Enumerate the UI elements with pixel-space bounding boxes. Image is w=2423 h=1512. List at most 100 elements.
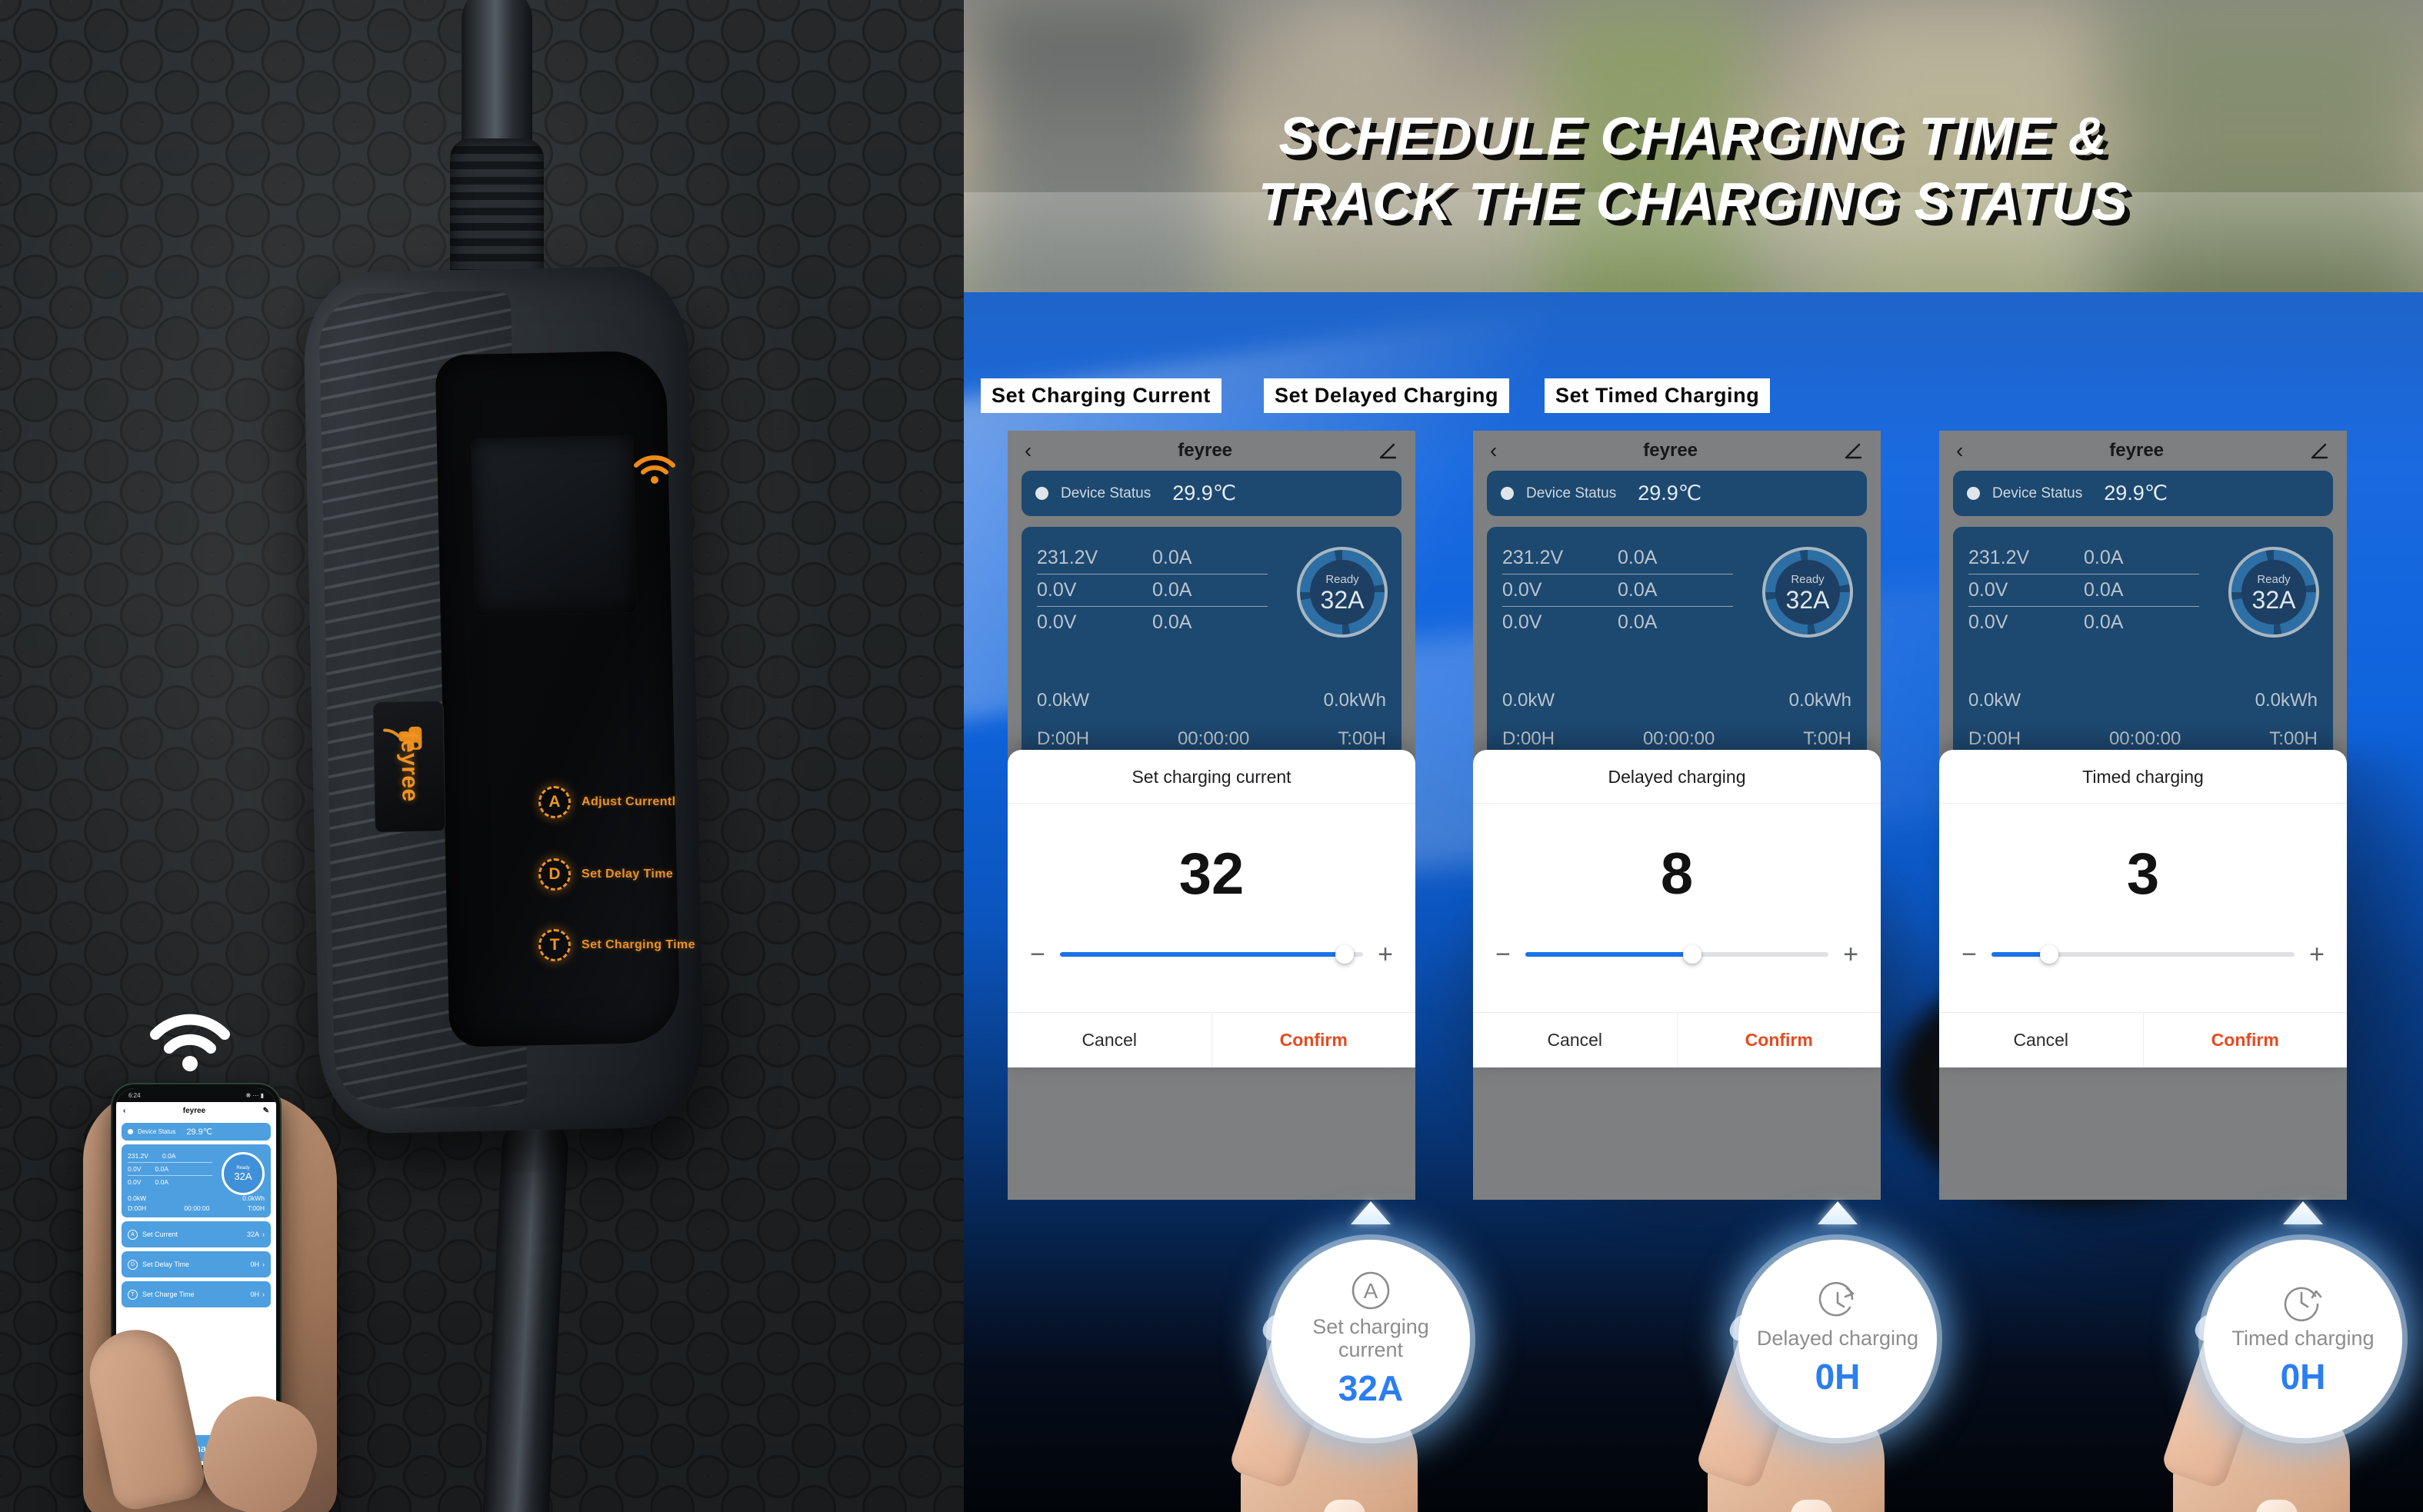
feature-label-adjust-current: Adjust Currentl <box>582 795 676 808</box>
elapsed-value: 00:00:00 <box>1177 728 1250 749</box>
energy-value: 0.0kWh <box>1788 690 1851 711</box>
sheet-value: 3 <box>2126 841 2160 907</box>
cancel-button[interactable]: Cancel <box>1008 1013 1212 1067</box>
measurement-row: 0.0V 0.0A <box>1968 574 2199 607</box>
mini-statusbar-icons: ❋ ⋯ ▮ <box>245 1091 264 1099</box>
mini-list-item-set-charge-time[interactable]: T Set Charge Time 0H › <box>122 1281 271 1308</box>
slider-track[interactable] <box>1525 945 1828 964</box>
headline: SCHEDULE CHARGING TIME & TRACK THE CHARG… <box>964 104 2423 235</box>
mini-list-item-set-delay-time[interactable]: D Set Delay Time 0H › <box>122 1251 271 1278</box>
power-value: 0.0kW <box>1037 690 1090 711</box>
callout-arrow-1 <box>1351 1201 1391 1224</box>
app-navbar-3: ‹ feyree <box>1939 431 2347 471</box>
delay-time-value: D:00H <box>1968 728 2021 749</box>
sheet-slider[interactable]: − + <box>1939 941 2347 1012</box>
device-status-label: Device Status <box>1061 485 1152 501</box>
marketing-panel: SCHEDULE CHARGING TIME & TRACK THE CHARG… <box>964 0 2423 1512</box>
mini-metric-row: 231.2V 0.0A <box>128 1150 212 1164</box>
current-a-circle-icon: A <box>1351 1271 1390 1310</box>
mini-item-label: Set Charge Time <box>142 1291 195 1299</box>
sheet-slider[interactable]: − + <box>1473 941 1881 1012</box>
sheet-actions: Cancel Confirm <box>1939 1012 2347 1067</box>
mini-app-title: feyree <box>182 1106 206 1115</box>
current-2: 0.0A <box>2084 579 2124 601</box>
ev-charger-device <box>302 265 705 1135</box>
mini-status-dot-icon <box>128 1129 133 1134</box>
increment-button[interactable]: + <box>1375 941 1395 967</box>
decrement-button[interactable]: − <box>1493 941 1513 967</box>
voltage-3: 0.0V <box>1502 611 1542 633</box>
gauge-state: Ready <box>1791 572 1825 586</box>
voltage-2: 0.0V <box>1968 579 2008 601</box>
current-2: 0.0A <box>1152 579 1192 601</box>
back-chevron-icon[interactable]: ‹ <box>1956 440 1963 461</box>
edit-pencil-icon[interactable] <box>1378 441 1398 461</box>
bottom-sheet-delayed-charging: Delayed charging 8 − + Cancel Confirm <box>1473 750 1881 1067</box>
measurement-row: 0.0V 0.0A <box>1037 574 1268 607</box>
edit-pencil-icon[interactable] <box>1844 441 1864 461</box>
measurement-row: 0.0V 0.0A <box>1502 574 1733 607</box>
timed-value: T:00H <box>1338 728 1386 749</box>
gauge-value: 32A <box>1785 585 1830 614</box>
mini-back-chevron-icon[interactable]: ‹ <box>123 1107 125 1115</box>
cancel-button[interactable]: Cancel <box>1939 1013 2144 1067</box>
measurements-grid: 231.2V 0.0A 0.0V 0.0A 0.0V 0.0A <box>1037 542 1268 638</box>
charging-gauge: Ready 32A <box>1297 547 1388 638</box>
slider-knob[interactable] <box>1682 945 1701 964</box>
gauge-state: Ready <box>1325 572 1359 586</box>
increment-button[interactable]: + <box>1841 941 1861 967</box>
metrics-card: 231.2V 0.0A 0.0V 0.0A 0.0V 0.0A Ready 32… <box>1953 527 2333 773</box>
voltage-1: 231.2V <box>1502 547 1564 568</box>
mini-item-value: 0H <box>250 1291 259 1299</box>
temperature-value: 29.9℃ <box>1172 481 1237 505</box>
power-value: 0.0kW <box>1968 690 2021 711</box>
sheet-title: Timed charging <box>1939 750 2347 804</box>
mini-badge-a: A <box>128 1229 138 1240</box>
mini-statusbar-time: 6:24 <box>128 1091 141 1099</box>
increment-button[interactable]: + <box>2307 941 2327 967</box>
time-row: D:00H 00:00:00 T:00H <box>1502 728 1851 750</box>
confirm-button[interactable]: Confirm <box>2144 1013 2348 1067</box>
mini-elapsed: 00:00:00 <box>184 1204 210 1213</box>
poster-root: feyree A Adjust Currentl D Set Delay Tim… <box>0 0 2423 1512</box>
slider-track[interactable] <box>1060 945 1363 964</box>
mini-item-label: Set Current <box>142 1231 178 1239</box>
charging-gauge-inner: Ready 32A <box>2241 560 2306 624</box>
cancel-button[interactable]: Cancel <box>1473 1013 1678 1067</box>
time-row: D:00H 00:00:00 T:00H <box>1037 728 1386 750</box>
slider-knob[interactable] <box>2039 945 2058 964</box>
metrics-card: 231.2V 0.0A 0.0V 0.0A 0.0V 0.0A Ready 32… <box>1487 527 1867 773</box>
back-chevron-icon[interactable]: ‹ <box>1025 440 1032 461</box>
slider-track[interactable] <box>1991 945 2295 964</box>
back-chevron-icon[interactable]: ‹ <box>1490 440 1497 461</box>
app-screenshot-1: ‹ feyree Device Status 29.9℃ 231.2V 0.0A… <box>1008 431 1415 1200</box>
measurement-row: 0.0V 0.0A <box>1968 607 2199 638</box>
confirm-button[interactable]: Confirm <box>1212 1013 1416 1067</box>
mini-voltage-3: 0.0V <box>128 1178 142 1187</box>
mini-list-item-set-current[interactable]: A Set Current 32A › <box>122 1221 271 1248</box>
mini-navbar: ‹ feyree ✎ <box>116 1102 276 1119</box>
elapsed-value: 00:00:00 <box>2108 728 2181 749</box>
edit-pencil-icon[interactable] <box>2310 441 2330 461</box>
mini-metric-row: 0.0V 0.0A <box>128 1163 212 1177</box>
chevron-right-icon: › <box>262 1261 265 1269</box>
decrement-button[interactable]: − <box>1959 941 1979 967</box>
mini-metrics-card: 231.2V 0.0A 0.0V 0.0A 0.0V 0.0A Ready 32… <box>122 1144 271 1218</box>
section-label-set-delayed-charging: Set Delayed Charging <box>1264 378 1510 413</box>
measurement-row: 0.0V 0.0A <box>1502 607 1733 638</box>
mini-voltage-1: 231.2V <box>128 1152 148 1160</box>
confirm-button[interactable]: Confirm <box>1678 1013 1881 1067</box>
device-status-label: Device Status <box>1526 485 1617 501</box>
device-feature-set-charging-time: T Set Charging Time <box>538 929 695 961</box>
metrics-card: 231.2V 0.0A 0.0V 0.0A 0.0V 0.0A Ready 32… <box>1022 527 1401 773</box>
device-wifi-icon <box>634 455 675 484</box>
voltage-2: 0.0V <box>1502 579 1542 601</box>
current-1: 0.0A <box>1618 547 1658 568</box>
current-3: 0.0A <box>1618 611 1658 633</box>
sheet-value: 32 <box>1178 841 1245 907</box>
mini-edit-pencil-icon[interactable]: ✎ <box>263 1107 269 1115</box>
slider-knob[interactable] <box>1335 945 1355 964</box>
sheet-slider[interactable]: − + <box>1008 941 1415 1012</box>
power-row: 0.0kW 0.0kWh <box>1968 690 2318 711</box>
decrement-button[interactable]: − <box>1028 941 1048 967</box>
